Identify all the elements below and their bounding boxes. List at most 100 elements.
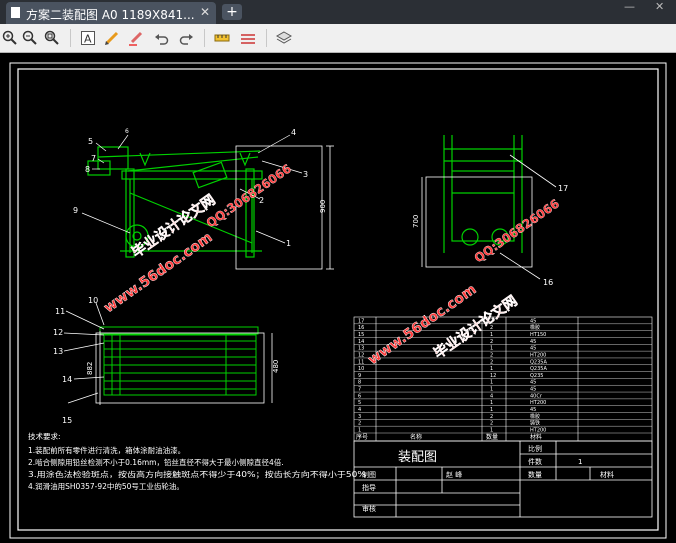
bom-cell: HT200 — [530, 352, 546, 358]
bom-cell: 1 — [490, 407, 493, 413]
bom-cell: Q235 — [530, 373, 543, 379]
tech-line-3: 3.用涂色法检验斑点，按齿高方向接触斑点不得少于40%；按齿长方向不得小于50% — [28, 469, 366, 479]
bom-cell: 2 — [490, 359, 493, 365]
ratio-label: 比例 — [528, 444, 542, 453]
pencil-icon[interactable] — [102, 28, 122, 48]
tab-bar: 方案二装配图 A0 1189X841... ✕ + — ✕ — [0, 0, 676, 24]
callout-12: 12 — [53, 328, 63, 337]
tech-requirements: 技术要求: 1.装配前所有零件进行清洗，箱体涂耐油油漆。 2.啮合侧隙用铅丝检测… — [28, 431, 366, 491]
bom-cell: Q235A — [530, 366, 547, 372]
callout-1: 1 — [286, 239, 291, 248]
bom-cell: 12 — [490, 373, 496, 379]
tab-close-button[interactable]: ✕ — [200, 5, 210, 19]
callout-4: 4 — [291, 128, 296, 137]
bom-cell: 橡胶 — [530, 324, 540, 331]
watermark-url-2: www.56doc.com — [365, 281, 479, 368]
bom-cell: 2 — [490, 352, 493, 358]
bom-cell: HT200 — [530, 400, 546, 406]
bom-cell: 11 — [358, 359, 364, 365]
callout-16: 16 — [543, 278, 553, 287]
zoom-in-icon[interactable] — [0, 28, 20, 48]
plan-dim-width: 480 — [272, 360, 280, 373]
tech-title: 技术要求: — [28, 431, 61, 441]
svg-text:A: A — [84, 33, 92, 46]
side-dim-label: 700 — [412, 215, 420, 228]
pieces-value: 1 — [578, 458, 582, 466]
window-close-button[interactable]: ✕ — [655, 0, 664, 13]
drawn-name: 赵 峰 — [446, 470, 462, 479]
undo-icon[interactable] — [152, 28, 172, 48]
highlighter-icon[interactable] — [126, 28, 146, 48]
minimize-button[interactable]: — — [624, 0, 635, 13]
callout-14: 14 — [62, 375, 72, 384]
callout-7: 7 — [91, 154, 96, 163]
callout-9: 9 — [73, 206, 78, 215]
bom-cell: 1 — [490, 346, 493, 352]
bom-cell: 9 — [358, 373, 361, 379]
bom-cell: 45 — [530, 339, 536, 345]
bom-cell: HT200 — [530, 428, 546, 434]
bom-cell: Q235A — [530, 359, 547, 365]
bom-cell: 45 — [530, 387, 536, 393]
bom-cell: 2 — [490, 421, 493, 427]
bom-cell: 1 — [490, 366, 493, 372]
drawn-label: 制图 — [362, 470, 376, 479]
bom-cell: 8 — [358, 380, 361, 386]
callout-10: 10 — [88, 296, 98, 305]
bom-cell: 14 — [358, 339, 364, 345]
callout-2: 2 — [259, 196, 264, 205]
bom-cell: 40Cr — [530, 393, 543, 399]
measure-icon[interactable] — [212, 28, 232, 48]
bom-cell: 5 — [358, 400, 361, 406]
bom-cell: 1 — [358, 428, 361, 434]
title-name: 装配图 — [398, 450, 437, 465]
tech-line-1: 1.装配前所有零件进行清洗，箱体涂耐油油漆。 — [28, 445, 185, 455]
zoom-out-icon[interactable] — [20, 28, 40, 48]
callout-6: 6 — [125, 128, 129, 135]
bom-cell: 1 — [490, 387, 493, 393]
bom-cell: 12 — [358, 352, 364, 358]
tech-line-2: 2.啮合侧隙用铅丝检测不小于0.16mm，铅丝直径不得大于最小侧隙直径4倍. — [28, 457, 284, 467]
plan-dim-height: 882 — [86, 362, 94, 375]
bom-cell: 2 — [490, 414, 493, 420]
watermark-qq-1: QQ:306826066 — [204, 161, 294, 230]
bom-cell: 铸铁 — [530, 420, 540, 427]
bom-header-no: 序号 — [356, 433, 368, 441]
weight-label: 数量 — [528, 470, 542, 479]
zoom-fit-icon[interactable] — [42, 28, 62, 48]
callout-11: 11 — [55, 307, 65, 316]
bom-cell: 45 — [530, 346, 536, 352]
bom-cell: 10 — [358, 366, 364, 372]
bom-cell: 45 — [530, 318, 536, 324]
callout-3: 3 — [303, 170, 308, 179]
watermark-qq-2: QQ:306826066 — [472, 196, 562, 265]
callout-13: 13 — [53, 347, 63, 356]
callout-8: 8 — [85, 165, 90, 174]
dimension-icon[interactable] — [238, 28, 258, 48]
front-dim-label: 900 — [319, 200, 327, 213]
tech-line-4: 4.润滑油用SH0357-92中的50号工业齿轮油。 — [28, 481, 184, 491]
guide-label: 指导 — [362, 483, 376, 492]
redo-icon[interactable] — [176, 28, 196, 48]
bom-cell: 4 — [358, 407, 361, 413]
bom-cell: 4 — [490, 393, 493, 399]
pieces-label: 件数 — [528, 457, 542, 466]
bom-cell: 6 — [358, 393, 361, 399]
plan-view — [99, 326, 259, 396]
bom-cell: 1 — [490, 400, 493, 406]
bom-cell: 2 — [490, 339, 493, 345]
bom-cell: 45 — [530, 380, 536, 386]
bom-header-mat: 材料 — [530, 433, 542, 441]
bom-cell: 橡胶 — [530, 413, 540, 420]
bom-cell: 1 — [490, 332, 493, 338]
bom-cell: 2 — [358, 421, 361, 427]
tab-drawing[interactable]: 方案二装配图 A0 1189X841... ✕ — [6, 2, 216, 24]
text-icon[interactable]: A — [78, 28, 98, 48]
callout-17: 17 — [558, 184, 568, 193]
new-tab-button[interactable]: + — [222, 4, 242, 20]
bom-cell: 1 — [490, 380, 493, 386]
drawing-canvas[interactable]: 900 5 6 4 7 8 3 2 9 1 700 17 16 882 480 … — [0, 53, 676, 543]
layers-icon[interactable] — [274, 28, 294, 48]
bom-header: 序号 名称 数量 材料 — [356, 433, 542, 441]
tab-title: 方案二装配图 A0 1189X841... — [26, 8, 195, 22]
